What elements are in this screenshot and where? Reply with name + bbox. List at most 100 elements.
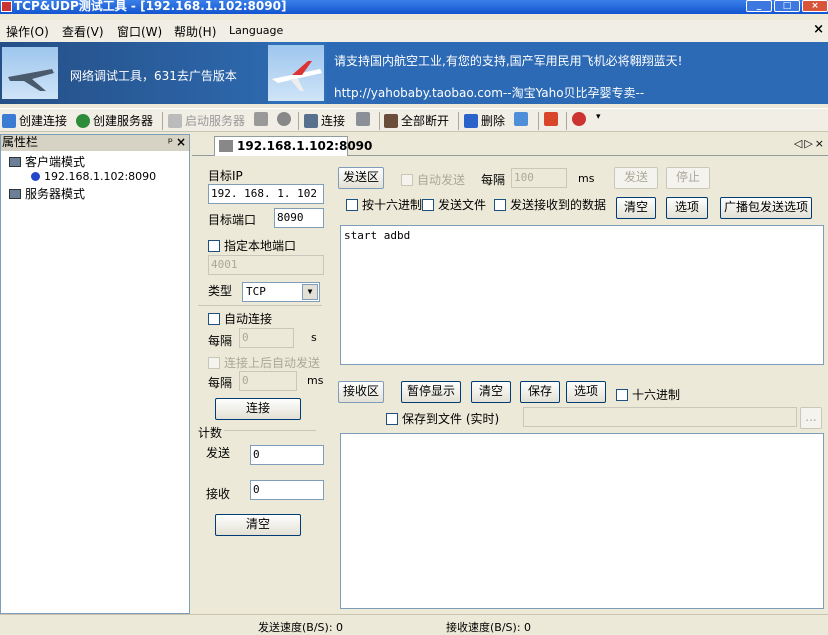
status-bar: 发送速度(B/S): 0 接收速度(B/S): 0: [0, 614, 828, 634]
pin-icon[interactable]: ᵖ: [168, 135, 173, 150]
interval-input[interactable]: 0: [239, 328, 294, 348]
server-icon: [168, 113, 182, 128]
sidebar-header: 属性栏 ᵖ ×: [1, 135, 189, 151]
fighter-jet-image: [2, 47, 58, 99]
toolbar: 创建连接 创建服务器 启动服务器 连接 全部断开 删除 ▾: [0, 108, 828, 132]
airliner-image: [268, 45, 324, 101]
toolbar-overflow-button[interactable]: ▾: [596, 112, 601, 122]
broadcast-options-button[interactable]: 广播包发送选项: [720, 197, 812, 219]
recv-clear-button[interactable]: 清空: [471, 381, 511, 403]
tab-connection[interactable]: 192.168.1.102:8090: [214, 136, 372, 156]
maximize-button[interactable]: □: [774, 0, 800, 12]
send-interval-input[interactable]: 100: [511, 168, 567, 188]
mdi-close-button[interactable]: ×: [813, 22, 824, 37]
recv-textarea[interactable]: [340, 433, 824, 609]
local-port-input[interactable]: 4001: [208, 255, 324, 275]
count-clear-button[interactable]: 清空: [215, 514, 301, 536]
delete-button[interactable]: 删除: [464, 112, 505, 129]
sidebar-title: 属性栏: [2, 135, 39, 149]
stop-button[interactable]: 停止: [666, 167, 710, 189]
target-port-label: 目标端口: [208, 213, 257, 227]
pause-display-button[interactable]: 暂停显示: [401, 381, 461, 403]
local-port-checkbox[interactable]: 指定本地端口: [208, 237, 296, 254]
send-count-value: 0: [250, 445, 324, 465]
save-file-path-input[interactable]: [523, 407, 797, 427]
send-file-checkbox[interactable]: 发送文件: [422, 196, 486, 213]
send-textarea[interactable]: start adbd: [340, 225, 824, 365]
recv-speed-status: 接收速度(B/S): 0: [446, 621, 532, 634]
tree-client-mode[interactable]: 客户端模式: [9, 153, 85, 170]
connect-button[interactable]: 连接: [215, 398, 301, 420]
interval2-label: 每隔: [208, 376, 233, 390]
cancel-circle-icon: [277, 112, 291, 126]
send-button[interactable]: 发送: [614, 167, 658, 189]
auto-send-after-connect-checkbox[interactable]: 连接上后自动发送: [208, 354, 320, 371]
auto-send-checkbox[interactable]: 自动发送: [401, 171, 465, 188]
menu-view[interactable]: 查看(V): [62, 23, 104, 40]
interval-unit: s: [311, 331, 317, 344]
recv-options-button[interactable]: 选项: [566, 381, 606, 403]
send-clear-button[interactable]: 清空: [616, 197, 656, 219]
power-button[interactable]: [544, 112, 558, 126]
cancel-button[interactable]: [277, 112, 291, 126]
menu-operation[interactable]: 操作(O): [6, 23, 49, 40]
connection-dot-icon: [31, 172, 40, 181]
tab-controls[interactable]: ◁▷×: [794, 137, 826, 150]
chevron-down-icon[interactable]: ▼: [302, 284, 318, 300]
disconnect-button[interactable]: [356, 112, 370, 126]
interval2-input[interactable]: 0: [239, 371, 297, 391]
target-ip-input[interactable]: 192. 168. 1. 102: [208, 184, 324, 204]
interval-label: 每隔: [208, 334, 233, 348]
start-server-button[interactable]: 启动服务器: [168, 112, 245, 129]
target-port-input[interactable]: 8090: [274, 208, 324, 228]
menu-language[interactable]: Language: [229, 24, 283, 37]
menu-help[interactable]: 帮助(H): [174, 23, 216, 40]
banner-left-text: 网络调试工具，631去广告版本: [70, 69, 237, 83]
create-server-button[interactable]: 创建服务器: [76, 112, 153, 129]
browse-button[interactable]: ...: [800, 407, 822, 429]
send-interval-unit: ms: [578, 172, 595, 185]
server-stop-icon: [254, 112, 268, 126]
create-connection-button[interactable]: 创建连接: [2, 112, 67, 129]
disconnect-all-icon: [384, 113, 398, 128]
send-count-label: 发送: [206, 446, 231, 460]
send-options-button[interactable]: 选项: [666, 197, 708, 219]
type-label: 类型: [208, 284, 233, 298]
recv-hex-checkbox[interactable]: 十六进制: [616, 386, 680, 403]
unplug-icon: [356, 112, 370, 126]
disconnect-all-button[interactable]: 全部断开: [384, 112, 449, 129]
sidebar-close-button[interactable]: ×: [176, 135, 186, 150]
send-interval-label: 每隔: [481, 173, 506, 187]
tree-server-mode[interactable]: 服务器模式: [9, 185, 85, 202]
banner-left: 网络调试工具，631去广告版本: [0, 42, 268, 104]
network-icon: [514, 112, 528, 126]
plug-icon: [304, 113, 318, 128]
app-icon: [1, 1, 12, 12]
recv-save-button[interactable]: 保存: [520, 381, 560, 403]
send-received-checkbox[interactable]: 发送接收到的数据: [494, 196, 606, 213]
minimize-button[interactable]: _: [746, 0, 772, 12]
target-ip-label: 目标IP: [208, 169, 243, 183]
type-select[interactable]: TCP ▼: [242, 282, 320, 302]
stop-server-button[interactable]: [254, 112, 268, 126]
server-computer-icon: [9, 188, 21, 199]
close-window-button[interactable]: ×: [802, 0, 828, 12]
tree-client-item[interactable]: 192.168.1.102:8090: [31, 170, 156, 183]
recv-area-label: 接收区: [338, 381, 384, 403]
send-area-label: 发送区: [338, 167, 384, 189]
connect-toolbar-button[interactable]: 连接: [304, 112, 345, 129]
send-hex-checkbox[interactable]: 按十六进制: [346, 196, 422, 213]
banner-url[interactable]: http://yahobaby.taobao.com--淘宝Yaho贝比孕婴专卖…: [334, 84, 644, 101]
connection-tab-icon: [219, 140, 233, 152]
auto-connect-checkbox[interactable]: 自动连接: [208, 310, 272, 327]
help-icon: [572, 112, 586, 126]
help-button[interactable]: [572, 112, 586, 126]
banner-slogan: 请支持国内航空工业,有您的支持,国产军用民用飞机必将翱翔蓝天!: [334, 54, 683, 68]
menu-window[interactable]: 窗口(W): [117, 23, 162, 40]
save-to-file-checkbox[interactable]: 保存到文件 (实时): [386, 410, 499, 427]
ad-banner[interactable]: 网络调试工具，631去广告版本 请支持国内航空工业,有您的支持,国产军用民用飞机…: [0, 42, 828, 104]
count-title: 计数: [198, 426, 223, 440]
network-button[interactable]: [514, 112, 528, 126]
globe-icon: [76, 113, 90, 128]
power-icon: [544, 112, 558, 126]
